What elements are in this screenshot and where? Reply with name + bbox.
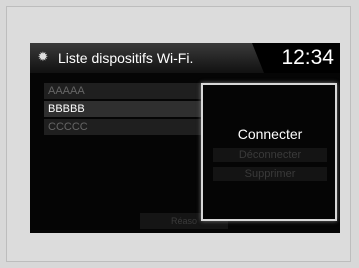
- wifi-screen: ✹ Liste dispositifs Wi-Fi. 12:34 AAAAA B…: [30, 43, 340, 233]
- list-item[interactable]: AAAAA: [44, 83, 212, 99]
- gear-icon: ✹: [37, 50, 49, 65]
- device-list: AAAAA BBBBB CCCCC: [44, 83, 212, 137]
- delete-button[interactable]: Supprimer: [213, 167, 327, 181]
- connect-button[interactable]: Connecter: [213, 125, 327, 143]
- disconnect-button[interactable]: Déconnecter: [213, 148, 327, 162]
- title-bar: ✹ Liste dispositifs Wi-Fi. 12:34: [30, 43, 340, 73]
- page-title: Liste dispositifs Wi-Fi.: [58, 50, 194, 66]
- device-menu-popup: Connecter Déconnecter Supprimer: [201, 83, 337, 221]
- clock-box: 12:34: [252, 43, 340, 73]
- clock: 12:34: [281, 46, 334, 69]
- list-item[interactable]: CCCCC: [44, 119, 212, 135]
- list-item[interactable]: BBBBB: [44, 101, 212, 117]
